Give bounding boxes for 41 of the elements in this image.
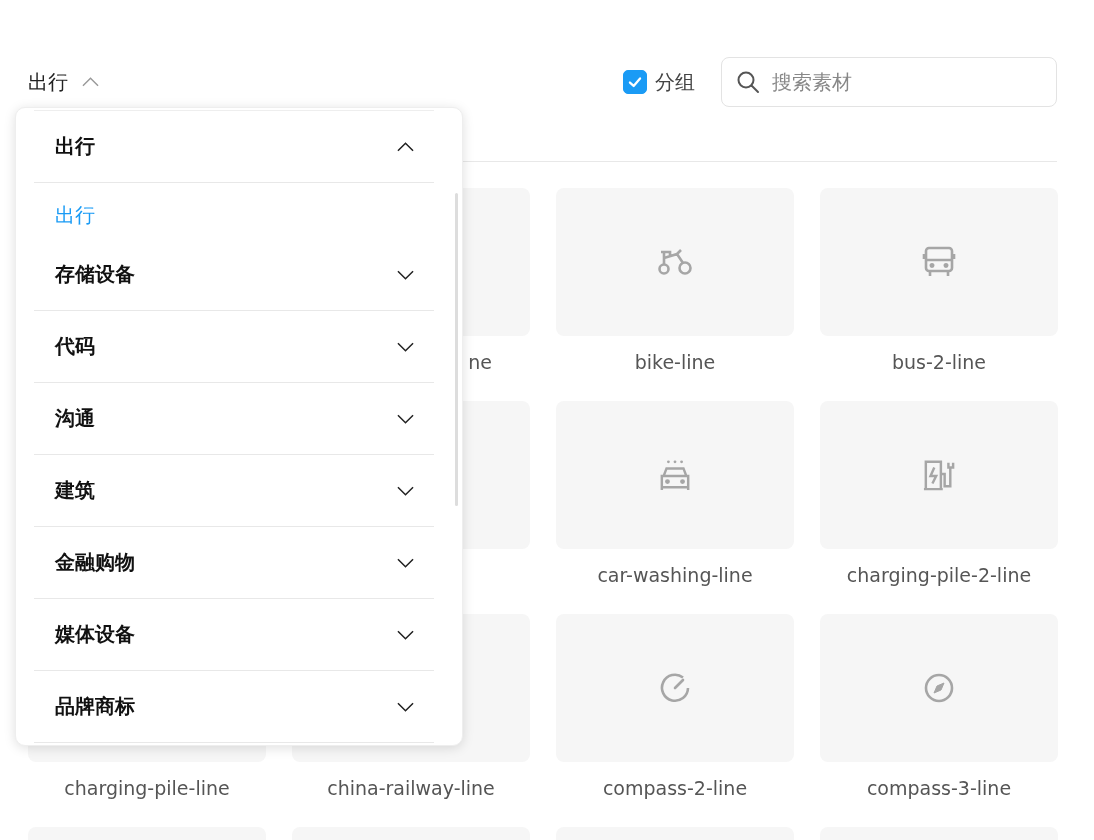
- chevron-icon: [82, 77, 99, 87]
- chevron-icon: [397, 701, 414, 712]
- category-group[interactable]: 代码: [34, 311, 434, 383]
- chevron-icon: [397, 413, 414, 424]
- category-group[interactable]: 建筑: [34, 455, 434, 527]
- charging-station-icon: [921, 459, 957, 491]
- icon-name: charging-pile-2-line: [846, 564, 1032, 586]
- icon-name: bike-line: [634, 351, 716, 373]
- icon-name: compass-3-line: [866, 777, 1012, 799]
- bike-icon: [657, 246, 693, 278]
- category-group[interactable]: 品牌商标: [34, 671, 434, 743]
- chevron-icon: [397, 269, 414, 280]
- bus-icon: [921, 246, 957, 278]
- icon-tile[interactable]: [556, 188, 794, 336]
- category-group[interactable]: 沟通: [34, 383, 434, 455]
- chevron-icon: [397, 629, 414, 640]
- checkbox[interactable]: [623, 70, 647, 94]
- checkbox-label: 分组: [655, 68, 695, 96]
- chevron-icon: [397, 557, 414, 568]
- scrollbar[interactable]: [455, 193, 458, 506]
- chevron-icon: [397, 485, 414, 496]
- search-field[interactable]: 搜索素材: [721, 57, 1057, 107]
- icon-tile[interactable]: [820, 188, 1058, 336]
- category-group[interactable]: 媒体设备: [34, 599, 434, 671]
- icon-tile[interactable]: [820, 614, 1058, 762]
- icon-tile[interactable]: [556, 614, 794, 762]
- icon-tile[interactable]: [556, 401, 794, 549]
- category-group[interactable]: 出行: [34, 111, 434, 183]
- category-group[interactable]: 金融购物: [34, 527, 434, 599]
- search-icon: [736, 70, 760, 94]
- icon-name: compass-2-line: [602, 777, 748, 799]
- icon-name: ne: [468, 351, 492, 373]
- icon-tile[interactable]: [820, 401, 1058, 549]
- chevron-icon: [397, 141, 414, 152]
- icon-name: bus-2-line: [891, 351, 987, 373]
- chevron-icon: [397, 341, 414, 352]
- icon-name: car-washing-line: [597, 564, 753, 586]
- icon-name: china-railway-line: [327, 777, 495, 799]
- icon-name: charging-pile-line: [64, 777, 230, 799]
- category-group[interactable]: 存储设备: [34, 239, 434, 311]
- category-dropdown[interactable]: 出行: [28, 68, 99, 96]
